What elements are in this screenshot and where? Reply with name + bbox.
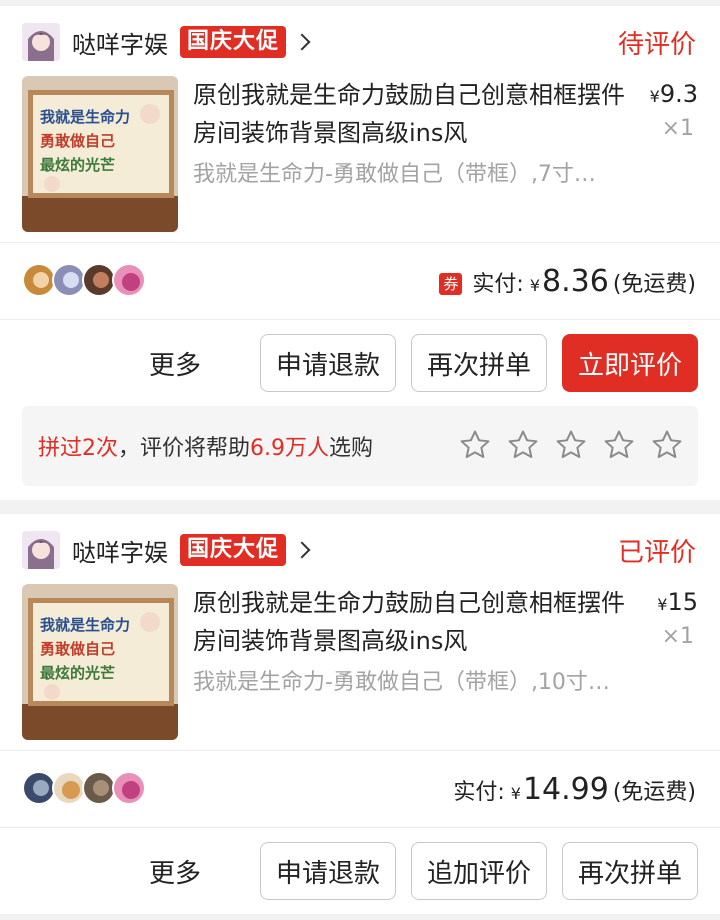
avatar xyxy=(82,263,116,297)
price-value: 9.3 xyxy=(659,80,698,108)
order-actions: 更多 申请退款 追加评价 再次拼单 xyxy=(149,842,698,900)
unit-price: ¥15 xyxy=(657,588,698,616)
order-card-2[interactable]: 哒咩字娱 国庆大促 已评价 我就是生命力 勇敢做自己 最炫的光芒 原创我就是生命… xyxy=(0,514,720,914)
star-icon[interactable] xyxy=(506,428,540,462)
unit-price: ¥9.3 xyxy=(650,80,698,108)
divider xyxy=(0,750,720,751)
avatar xyxy=(52,263,86,297)
star-icon[interactable] xyxy=(602,428,636,462)
shop-header[interactable]: 哒咩字娱 国庆大促 xyxy=(22,530,311,570)
avatar xyxy=(112,263,146,297)
paid-label: 实付: xyxy=(472,272,524,297)
paid-summary: 实付: ¥ 14.99 (免运费) xyxy=(453,772,696,807)
more-button[interactable]: 更多 xyxy=(149,853,201,890)
hint-suffix: 选购 xyxy=(329,436,374,461)
currency-symbol: ¥ xyxy=(510,784,521,803)
price-value: 15 xyxy=(667,588,698,616)
product-spec: 我就是生命力-勇敢做自己（带框）,10寸… xyxy=(193,670,610,695)
svg-text:勇敢做自己: 勇敢做自己 xyxy=(40,132,115,150)
chevron-right-icon xyxy=(293,541,311,559)
product-spec: 我就是生命力-勇敢做自己（带框）,7寸… xyxy=(193,162,596,187)
purchase-count: 拼过2次 xyxy=(38,436,118,461)
avatar xyxy=(112,771,146,805)
chevron-right-icon xyxy=(293,33,311,51)
review-now-button[interactable]: 立即评价 xyxy=(562,334,698,392)
svg-text:最炫的光芒: 最炫的光芒 xyxy=(40,664,115,682)
shop-header[interactable]: 哒咩字娱 国庆大促 xyxy=(22,22,311,62)
reorder-button[interactable]: 再次拼单 xyxy=(562,842,698,900)
shop-name: 哒咩字娱 xyxy=(72,538,168,567)
paid-label: 实付: xyxy=(453,780,505,805)
refund-button[interactable]: 申请退款 xyxy=(260,334,396,392)
currency-symbol: ¥ xyxy=(529,276,541,295)
shop-avatar xyxy=(22,531,60,569)
paid-summary: 券 实付: ¥ 8.36 (免运费) xyxy=(439,264,696,299)
svg-text:最炫的光芒: 最炫的光芒 xyxy=(40,156,115,174)
divider xyxy=(0,319,720,320)
review-prompt: 拼过2次 ，评价将帮助 6.9万人 选购 xyxy=(22,406,698,486)
shipping-note: (免运费) xyxy=(612,272,696,297)
group-buyer-avatars[interactable] xyxy=(22,263,146,297)
group-buyer-avatars[interactable] xyxy=(22,771,146,805)
shop-name: 哒咩字娱 xyxy=(72,30,168,59)
star-icon[interactable] xyxy=(458,428,492,462)
paid-amount: 14.99 xyxy=(522,772,609,807)
avatar xyxy=(22,263,56,297)
promo-badge: 国庆大促 xyxy=(180,534,287,566)
divider xyxy=(0,242,720,243)
quantity: ×1 xyxy=(661,116,694,141)
order-card-1[interactable]: 哒咩字娱 国庆大促 待评价 我就是生命力 勇敢做自己 最炫的光芒 原创我就是生命… xyxy=(0,6,720,500)
order-status: 待评价 xyxy=(617,30,696,60)
product-title[interactable]: 原创我就是生命力鼓励自己创意相框摆件房间装饰背景图高级ins风 xyxy=(193,76,633,152)
avatar xyxy=(82,771,116,805)
avatar xyxy=(22,771,56,805)
divider xyxy=(0,827,720,828)
refund-button[interactable]: 申请退款 xyxy=(260,842,396,900)
avatar xyxy=(52,771,86,805)
order-status: 已评价 xyxy=(617,538,696,568)
rating-stars[interactable] xyxy=(444,428,684,462)
star-icon[interactable] xyxy=(554,428,588,462)
currency-symbol: ¥ xyxy=(657,595,668,614)
promo-badge: 国庆大促 xyxy=(180,26,287,58)
product-thumbnail[interactable]: 我就是生命力 勇敢做自己 最炫的光芒 xyxy=(22,76,178,232)
quantity: ×1 xyxy=(661,624,694,649)
product-title[interactable]: 原创我就是生命力鼓励自己创意相框摆件房间装饰背景图高级ins风 xyxy=(193,584,633,660)
svg-text:我就是生命力: 我就是生命力 xyxy=(40,616,130,634)
more-button[interactable]: 更多 xyxy=(149,345,201,382)
helped-count: 6.9万人 xyxy=(250,436,330,461)
shipping-note: (免运费) xyxy=(612,780,696,805)
hint-text: ，评价将帮助 xyxy=(118,436,251,461)
star-icon[interactable] xyxy=(650,428,684,462)
order-actions: 更多 申请退款 再次拼单 立即评价 xyxy=(149,334,698,392)
add-review-button[interactable]: 追加评价 xyxy=(411,842,547,900)
svg-text:勇敢做自己: 勇敢做自己 xyxy=(40,640,115,658)
shop-avatar xyxy=(22,23,60,61)
product-thumbnail[interactable]: 我就是生命力 勇敢做自己 最炫的光芒 xyxy=(22,584,178,740)
currency-symbol: ¥ xyxy=(649,87,660,106)
svg-text:我就是生命力: 我就是生命力 xyxy=(40,108,130,126)
reorder-button[interactable]: 再次拼单 xyxy=(411,334,547,392)
paid-amount: 8.36 xyxy=(542,264,609,299)
coupon-badge: 券 xyxy=(439,273,463,295)
